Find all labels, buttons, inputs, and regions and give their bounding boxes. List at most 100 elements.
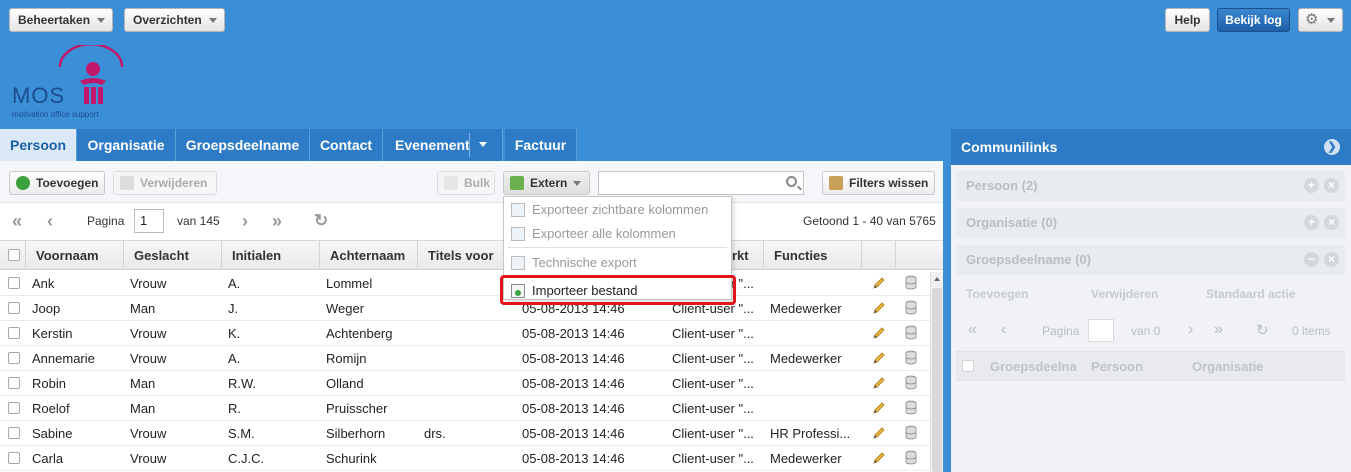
pencil-icon[interactable] (872, 376, 886, 390)
table-row[interactable]: Robin Man R.W. Olland 05-08-2013 14:46 Client… (0, 371, 930, 396)
remove-icon[interactable]: × (1324, 252, 1339, 267)
cell-last: Schurink (326, 451, 377, 466)
pencil-icon[interactable] (872, 401, 886, 415)
menu-item-export-visible[interactable]: Exporteer zichtbare kolommen (504, 198, 731, 222)
next-page-icon[interactable]: › (242, 212, 248, 230)
table-row[interactable]: AnkVrouwA.LommelClient-user "... (0, 271, 930, 296)
tab-organisatie[interactable]: Organisatie (77, 129, 176, 161)
scroll-thumb[interactable] (932, 288, 942, 472)
add-button[interactable]: Toevoegen (9, 171, 105, 195)
column-persoon[interactable]: Persoon (1091, 359, 1143, 374)
database-icon[interactable] (904, 425, 918, 440)
pencil-icon[interactable] (872, 326, 886, 340)
table-row[interactable]: Roelof Man R. Pruisscher 05-08-2013 14:46 Cli… (0, 396, 930, 421)
next-page-icon[interactable]: › (1188, 321, 1193, 339)
tab-factuur[interactable]: Factuur (505, 129, 577, 161)
chevron-right-icon[interactable]: ❯ (1324, 139, 1340, 155)
database-icon[interactable] (904, 325, 918, 340)
pencil-icon[interactable] (872, 351, 886, 365)
select-all-checkbox[interactable] (962, 360, 974, 372)
remove-icon[interactable]: × (1324, 178, 1339, 193)
pencil-icon[interactable] (872, 301, 886, 315)
menu-item-export-all[interactable]: Exporteer alle kolommen (504, 222, 731, 246)
clear-filters-button[interactable]: Filters wissen (822, 171, 935, 195)
first-page-icon[interactable]: « (968, 321, 977, 339)
database-icon[interactable] (904, 400, 918, 415)
cell-gender: Vrouw (130, 351, 167, 366)
table-row[interactable]: Carla Vrouw C.J.C. Schurink 05-08-2013 14:46… (0, 446, 930, 471)
row-checkbox[interactable] (8, 302, 20, 314)
database-icon[interactable] (904, 450, 918, 465)
row-checkbox[interactable] (8, 377, 20, 389)
tab-groepsdeelname[interactable]: Groepsdeelname (176, 129, 310, 161)
table-row[interactable]: Kerstin Vrouw K. Achtenberg 05-08-2013 14:46… (0, 321, 930, 346)
previous-page-icon[interactable]: ‹ (1001, 321, 1006, 339)
settings-menu[interactable]: ⚙ (1298, 8, 1343, 32)
chevron-down-icon (1327, 18, 1335, 23)
tab-contact[interactable]: Contact (310, 129, 383, 161)
column-geslacht[interactable]: Geslacht (124, 241, 222, 270)
beheertaken-menu[interactable]: Beheertaken (9, 8, 114, 32)
section-remove-button[interactable]: Verwijderen (1091, 287, 1158, 301)
row-checkbox[interactable] (8, 327, 20, 339)
view-log-button[interactable]: Bekijk log (1217, 8, 1290, 32)
tab-persoon[interactable]: Persoon (0, 129, 77, 161)
row-checkbox[interactable] (8, 402, 20, 414)
column-titels-voor[interactable]: Titels voor (418, 241, 516, 270)
row-checkbox[interactable] (8, 352, 20, 364)
pager: « ‹ Pagina 1 van 145 › » ↻ Getoond 1 - 4… (0, 204, 943, 240)
search-icon[interactable] (786, 176, 797, 187)
remove-icon[interactable]: × (1324, 215, 1339, 230)
cell-titles: drs. (424, 426, 446, 441)
table-row[interactable]: Joop Man J. Weger 05-08-2013 14:46 Client-use… (0, 296, 930, 321)
table-row[interactable]: Sabine Vrouw S.M. Silberhorn drs. 05-08-2013 … (0, 421, 930, 446)
column-achternaam[interactable]: Achternaam (320, 241, 418, 270)
column-functies[interactable]: Functies (764, 241, 862, 270)
row-checkbox[interactable] (8, 277, 20, 289)
section-add-button[interactable]: Toevoegen (966, 287, 1028, 301)
database-icon[interactable] (904, 350, 918, 365)
section-action-button[interactable]: Standaard actie (1206, 287, 1295, 301)
search-input[interactable] (598, 171, 804, 195)
bulk-button[interactable]: Bulk (437, 171, 495, 195)
row-checkbox[interactable] (8, 452, 20, 464)
row-checkbox[interactable] (8, 427, 20, 439)
cell-func: Medewerker (770, 351, 842, 366)
section-page-input[interactable] (1088, 319, 1114, 342)
pencil-icon[interactable] (872, 426, 886, 440)
last-page-icon[interactable]: » (272, 212, 282, 230)
section-organisatie[interactable]: Organisatie (0) + × (956, 208, 1345, 238)
database-icon[interactable] (904, 300, 918, 315)
tab-evenement[interactable]: Evenement (383, 129, 503, 161)
section-persoon[interactable]: Persoon (2) + × (956, 171, 1345, 201)
scroll-up-icon[interactable] (934, 277, 940, 281)
column-voornaam[interactable]: Voornaam (26, 241, 124, 270)
add-icon[interactable]: + (1304, 215, 1319, 230)
collapse-icon[interactable]: − (1304, 252, 1319, 267)
column-initialen[interactable]: Initialen (222, 241, 320, 270)
refresh-icon[interactable]: ↻ (314, 212, 328, 230)
column-organisatie[interactable]: Organisatie (1192, 359, 1264, 374)
database-icon[interactable] (904, 275, 918, 290)
extern-button[interactable]: Extern (503, 171, 590, 195)
refresh-icon[interactable]: ↻ (1256, 321, 1269, 339)
overzichten-menu[interactable]: Overzichten (124, 8, 225, 32)
last-page-icon[interactable]: » (1214, 321, 1223, 339)
pencil-icon[interactable] (872, 451, 886, 465)
remove-label: Verwijderen (140, 176, 208, 190)
help-button[interactable]: Help (1165, 8, 1210, 32)
page-number-input[interactable]: 1 (134, 209, 164, 233)
previous-page-icon[interactable]: ‹ (47, 212, 53, 230)
chevron-down-icon[interactable] (479, 142, 487, 147)
database-icon[interactable] (904, 375, 918, 390)
add-icon[interactable]: + (1304, 178, 1319, 193)
pencil-icon[interactable] (872, 276, 886, 290)
menu-item-technical-export[interactable]: Technische export (504, 251, 731, 275)
cell-last: Romijn (326, 351, 367, 366)
column-groepsdeelname[interactable]: Groepsdeelna (990, 359, 1077, 374)
remove-button[interactable]: Verwijderen (113, 171, 217, 195)
first-page-icon[interactable]: « (12, 212, 22, 230)
vertical-scrollbar[interactable] (930, 272, 943, 472)
table-row[interactable]: Annemarie Vrouw A. Romijn 05-08-2013 14:46 Cl… (0, 346, 930, 371)
section-groepsdeelname[interactable]: Groepsdeelname (0) − × (956, 245, 1345, 275)
